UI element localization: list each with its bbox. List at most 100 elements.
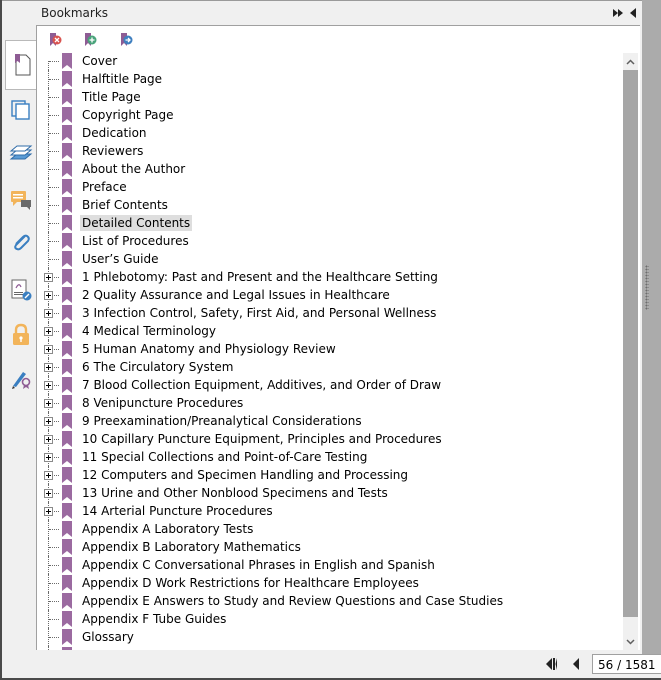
bookmark-item[interactable]: 8 Venipuncture Procedures [37, 394, 622, 412]
bookmark-item[interactable]: 4 Medical Terminology [37, 322, 622, 340]
expand-toggle-icon[interactable] [44, 453, 53, 462]
bookmark-label[interactable]: Copyright Page [80, 107, 176, 123]
bookmark-label[interactable]: List of Procedures [80, 233, 191, 249]
delete-bookmark-button[interactable] [47, 30, 67, 50]
tab-layers[interactable] [4, 135, 38, 175]
bookmark-label[interactable]: 2 Quality Assurance and Legal Issues in … [80, 287, 392, 303]
tab-signatures[interactable] [4, 270, 38, 310]
bookmark-item[interactable]: About the Author [37, 160, 622, 178]
bookmark-label[interactable]: 3 Infection Control, Safety, First Aid, … [80, 305, 438, 321]
bookmark-label[interactable]: Reviewers [80, 143, 145, 159]
vertical-scrollbar[interactable] [623, 53, 638, 650]
bookmark-item[interactable]: Preface [37, 178, 622, 196]
bookmark-label[interactable]: Appendix E Answers to Study and Review Q… [80, 593, 505, 609]
bookmark-item[interactable]: Cover [37, 52, 622, 70]
first-page-button[interactable] [545, 657, 561, 671]
bookmark-label[interactable]: 13 Urine and Other Nonblood Specimens an… [80, 485, 390, 501]
bookmark-label[interactable]: Appendix D Work Restrictions for Healthc… [80, 575, 421, 591]
bookmark-item[interactable]: 14 Arterial Puncture Procedures [37, 502, 622, 520]
bookmark-label[interactable]: 1 Phlebotomy: Past and Present and the H… [80, 269, 440, 285]
page-number-input[interactable]: 56 / 1581 [592, 654, 661, 674]
bookmark-item[interactable]: Glossary [37, 628, 622, 646]
collapse-panel-button[interactable] [627, 7, 639, 19]
bookmark-item[interactable]: 6 The Circulatory System [37, 358, 622, 376]
tab-attachments[interactable] [4, 223, 38, 263]
bookmark-item[interactable]: User’s Guide [37, 250, 622, 268]
bookmark-label[interactable]: 11 Special Collections and Point-of-Care… [80, 449, 369, 465]
bookmark-item[interactable]: 12 Computers and Specimen Handling and P… [37, 466, 622, 484]
bookmark-label[interactable]: 10 Capillary Puncture Equipment, Princip… [80, 431, 444, 447]
bookmark-label[interactable]: Appendix B Laboratory Mathematics [80, 539, 303, 555]
expand-toggle-icon[interactable] [44, 345, 53, 354]
bookmark-item[interactable]: 9 Preexamination/Preanalytical Considera… [37, 412, 622, 430]
bookmark-item[interactable]: Brief Contents [37, 196, 622, 214]
bookmark-item[interactable]: Appendix F Tube Guides [37, 610, 622, 628]
bookmark-label[interactable]: 12 Computers and Specimen Handling and P… [80, 467, 410, 483]
tab-certify[interactable] [4, 358, 38, 398]
bookmark-label[interactable]: 7 Blood Collection Equipment, Additives,… [80, 377, 443, 393]
expand-toggle-icon[interactable] [44, 507, 53, 516]
previous-page-button[interactable] [571, 657, 581, 671]
bookmark-label[interactable]: Glossary [80, 629, 136, 645]
bookmark-label[interactable]: Title Page [80, 89, 143, 105]
tab-security[interactable] [4, 315, 38, 355]
bookmark-label[interactable]: 8 Venipuncture Procedures [80, 395, 245, 411]
expand-toggle-icon[interactable] [44, 309, 53, 318]
expand-toggle-icon[interactable] [44, 489, 53, 498]
panel-splitter[interactable] [642, 0, 661, 660]
expand-toggle-icon[interactable] [44, 273, 53, 282]
add-bookmark-button[interactable] [82, 30, 102, 50]
bookmark-item[interactable]: 11 Special Collections and Point-of-Care… [37, 448, 622, 466]
bookmark-label[interactable]: Brief Contents [80, 197, 170, 213]
bookmark-label[interactable]: Appendix A Laboratory Tests [80, 521, 255, 537]
bookmark-label[interactable]: Appendix F Tube Guides [80, 611, 228, 627]
bookmark-item[interactable]: 7 Blood Collection Equipment, Additives,… [37, 376, 622, 394]
bookmark-item[interactable]: 10 Capillary Puncture Equipment, Princip… [37, 430, 622, 448]
bookmark-label[interactable]: 4 Medical Terminology [80, 323, 218, 339]
bookmark-item[interactable]: 13 Urine and Other Nonblood Specimens an… [37, 484, 622, 502]
bookmark-item[interactable]: Appendix C Conversational Phrases in Eng… [37, 556, 622, 574]
tab-comments[interactable] [4, 180, 38, 220]
bookmark-label[interactable]: 9 Preexamination/Preanalytical Considera… [80, 413, 364, 429]
bookmark-item[interactable]: Detailed Contents [37, 214, 622, 232]
bookmark-label[interactable]: Appendix C Conversational Phrases in Eng… [80, 557, 437, 573]
bookmark-item[interactable]: Appendix A Laboratory Tests [37, 520, 622, 538]
bookmark-label[interactable]: User’s Guide [80, 251, 160, 267]
bookmark-item[interactable]: Title Page [37, 88, 622, 106]
bookmark-item[interactable]: Appendix B Laboratory Mathematics [37, 538, 622, 556]
bookmark-tree[interactable]: Cover Halftitle Page Title Page Copyright P… [37, 52, 622, 650]
bookmark-label[interactable]: Detailed Contents [80, 215, 193, 231]
expand-toggle-icon[interactable] [44, 291, 53, 300]
bookmark-item[interactable]: Appendix E Answers to Study and Review Q… [37, 592, 622, 610]
bookmark-label[interactable]: About the Author [80, 161, 187, 177]
bookmark-label[interactable]: 14 Arterial Puncture Procedures [80, 503, 275, 519]
bookmark-item[interactable]: Appendix D Work Restrictions for Healthc… [37, 574, 622, 592]
bookmark-item[interactable]: List of Procedures [37, 232, 622, 250]
bookmark-label[interactable]: Dedication [80, 125, 149, 141]
bookmark-item[interactable]: 5 Human Anatomy and Physiology Review [37, 340, 622, 358]
bookmark-item[interactable]: 2 Quality Assurance and Legal Issues in … [37, 286, 622, 304]
expand-toggle-icon[interactable] [44, 327, 53, 336]
bookmark-item[interactable]: Halftitle Page [37, 70, 622, 88]
expand-toggle-icon[interactable] [44, 471, 53, 480]
tab-bookmarks[interactable] [5, 40, 39, 90]
expand-toggle-icon[interactable] [44, 381, 53, 390]
bookmark-item[interactable]: 1 Phlebotomy: Past and Present and the H… [37, 268, 622, 286]
bookmark-item[interactable]: Copyright Page [37, 106, 622, 124]
tab-pages[interactable] [4, 90, 38, 130]
bookmark-label[interactable]: Halftitle Page [80, 71, 164, 87]
bookmark-label[interactable]: Preface [80, 179, 129, 195]
scroll-up-button[interactable] [623, 53, 638, 70]
go-to-bookmark-button[interactable] [118, 30, 138, 50]
bookmark-item[interactable]: Reviewers [37, 142, 622, 160]
scrollbar-thumb[interactable] [623, 70, 638, 617]
expand-toggle-icon[interactable] [44, 399, 53, 408]
bookmark-label[interactable]: 6 The Circulatory System [80, 359, 236, 375]
expand-panel-button[interactable] [612, 7, 624, 19]
expand-toggle-icon[interactable] [44, 363, 53, 372]
splitter-grip[interactable] [645, 265, 649, 310]
expand-toggle-icon[interactable] [44, 417, 53, 426]
bookmark-label[interactable]: Cover [80, 53, 119, 69]
expand-toggle-icon[interactable] [44, 435, 53, 444]
bookmark-item[interactable]: 3 Infection Control, Safety, First Aid, … [37, 304, 622, 322]
